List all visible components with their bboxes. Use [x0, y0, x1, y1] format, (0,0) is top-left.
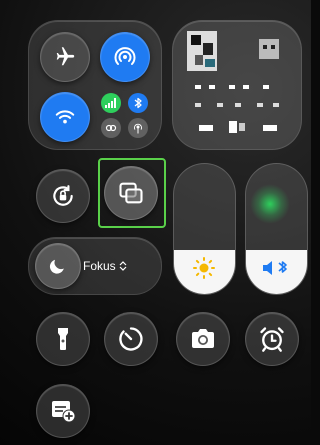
- airplane-icon: [56, 47, 75, 66]
- timer-icon: [119, 327, 143, 351]
- speaker-bluetooth-icon: [263, 261, 287, 275]
- airdrop-button[interactable]: [100, 32, 150, 82]
- add-note-icon: [52, 401, 76, 423]
- flashlight-icon: [58, 328, 68, 350]
- cellular-button[interactable]: [101, 93, 121, 113]
- volume-slider[interactable]: [245, 163, 308, 295]
- link-button[interactable]: [101, 118, 121, 138]
- moon-icon: [49, 259, 64, 274]
- cellular-icon: [105, 98, 116, 108]
- quick-note-button[interactable]: [36, 384, 90, 438]
- hotspot-icon: [134, 123, 142, 134]
- sun-icon: [193, 257, 215, 279]
- orientation-lock-icon: [53, 185, 73, 206]
- camera-button[interactable]: [176, 312, 230, 366]
- wifi-icon: [55, 110, 75, 124]
- moon-button: [35, 243, 81, 289]
- focus-label: Fokus: [83, 259, 116, 273]
- album-art-icon: [187, 31, 279, 133]
- camera-icon: [192, 329, 214, 348]
- link-icon: [105, 124, 117, 132]
- wifi-button[interactable]: [40, 92, 90, 142]
- orientation-lock-button[interactable]: [36, 169, 90, 223]
- chevron-updown-icon: [119, 261, 127, 271]
- screen-mirroring-button[interactable]: [104, 166, 158, 220]
- now-playing-tile[interactable]: [172, 20, 302, 150]
- timer-button[interactable]: [104, 312, 158, 366]
- alarm-icon: [260, 327, 284, 352]
- brightness-slider[interactable]: [173, 163, 236, 295]
- screen-mirroring-icon: [119, 182, 143, 204]
- airdrop-icon: [114, 47, 136, 65]
- focus-button[interactable]: Fokus: [28, 237, 162, 295]
- airplane-mode-button[interactable]: [40, 32, 90, 82]
- bluetooth-icon: [134, 97, 142, 109]
- bluetooth-button[interactable]: [128, 93, 148, 113]
- hotspot-button[interactable]: [128, 118, 148, 138]
- volume-glow: [250, 184, 290, 224]
- flashlight-button[interactable]: [36, 312, 90, 366]
- alarm-button[interactable]: [245, 312, 299, 366]
